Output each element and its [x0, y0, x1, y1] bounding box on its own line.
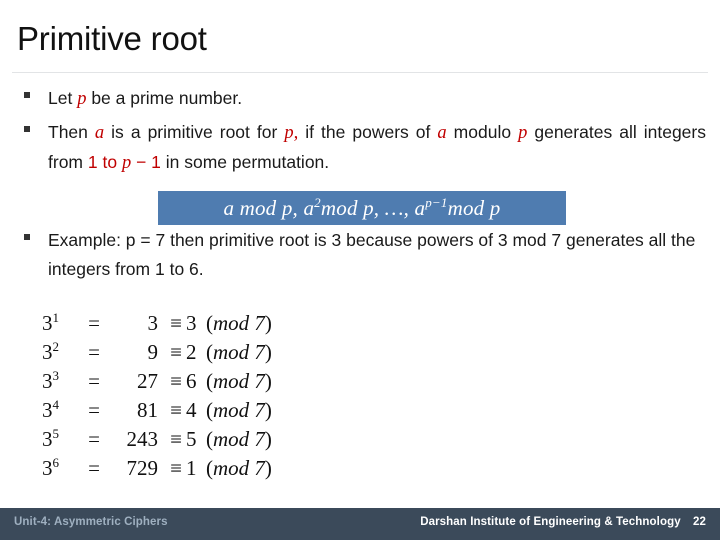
formula-term-exponent: p−1: [425, 195, 448, 210]
emphasis-text: − 1: [131, 152, 161, 172]
equation-exponent: 6: [52, 455, 60, 470]
run-text: Let: [48, 88, 78, 108]
formula-term-mod: mod p: [234, 196, 293, 220]
equals-sign: =: [88, 398, 100, 422]
formula-separator: ,: [292, 196, 304, 220]
equation-value: 27: [137, 369, 158, 393]
formula-term: a2mod p: [303, 195, 374, 220]
equation-power: 34: [42, 397, 60, 422]
congruence-sign: ≡: [170, 456, 182, 480]
equation-residue: 6: [186, 369, 197, 393]
congruence-sign: ≡: [170, 311, 182, 335]
equation-value: 729: [126, 456, 159, 480]
congruence-sign: ≡: [170, 398, 182, 422]
equation-row: 33 = 27 ≡ 6 (mod 7): [42, 368, 272, 397]
bullet-item-prime: Let p be a prime number.: [0, 84, 720, 114]
equation-power: 35: [42, 426, 60, 451]
equation-exponent: 2: [52, 339, 60, 354]
equation-power: 31: [42, 310, 60, 335]
equation-modulus: (mod 7): [206, 398, 272, 422]
equation-exponent: 5: [52, 426, 60, 441]
formula-separator: ,: [403, 196, 415, 220]
equation-row: 35 = 243 ≡ 5 (mod 7): [42, 426, 272, 455]
title-divider: [12, 72, 708, 73]
math-variable: a: [437, 123, 447, 143]
equation-modulus: (mod 7): [206, 311, 272, 335]
equation-exponent: 4: [52, 397, 60, 412]
run-text: Example: p = 7 then primitive root is 3 …: [48, 230, 696, 279]
formula-highlight-box: a mod p, a2mod p, …, ap−1mod p: [158, 191, 566, 225]
formula-term-base: a: [414, 196, 426, 220]
equation-power: 36: [42, 455, 60, 480]
run-text: if the powers of: [298, 122, 438, 142]
formula-term-mod: mod p: [447, 196, 501, 220]
equation-value: 81: [137, 398, 158, 422]
formula-term-base: a: [223, 196, 235, 220]
congruence-sign: ≡: [170, 369, 182, 393]
footer-page-number: 22: [693, 516, 706, 528]
bullet-text-prime: Let p be a prime number.: [48, 84, 706, 114]
formula-term: a mod p: [223, 196, 292, 220]
equals-sign: =: [88, 427, 100, 451]
equation-residue: 4: [186, 398, 197, 422]
equation-residue: 2: [186, 340, 197, 364]
equation-row: 34 = 81 ≡ 4 (mod 7): [42, 397, 272, 426]
footer-institute-label: Darshan Institute of Engineering & Techn…: [420, 516, 681, 528]
equation-residue: 5: [186, 427, 197, 451]
equation-power: 33: [42, 368, 60, 393]
equation-exponent: 3: [52, 368, 60, 383]
bullet-text-example: Example: p = 7 then primitive root is 3 …: [48, 226, 706, 284]
equation-residue: 3: [186, 311, 197, 335]
equation-modulus: (mod 7): [206, 427, 272, 451]
math-variable: p: [518, 123, 528, 143]
equation-exponent: 1: [52, 310, 60, 325]
equation-row: 32 = 9 ≡ 2 (mod 7): [42, 339, 272, 368]
run-text: Then: [48, 122, 95, 142]
equals-sign: =: [88, 340, 100, 364]
footer-right-group: Darshan Institute of Engineering & Techn…: [420, 516, 706, 528]
emphasis-text: 1 to: [87, 152, 122, 172]
bullet-item-example: Example: p = 7 then primitive root is 3 …: [0, 226, 720, 284]
run-text: in some permutation.: [160, 152, 330, 172]
equals-sign: =: [88, 369, 100, 393]
run-text: is a primitive root for: [104, 122, 285, 142]
bullet-text-definition: Then a is a primitive root for p, if the…: [48, 118, 706, 178]
formula-separator: ,: [373, 196, 385, 220]
equation-modulus: (mod 7): [206, 340, 272, 364]
equation-value: 243: [126, 427, 159, 451]
equation-residue: 1: [186, 456, 197, 480]
equals-sign: =: [88, 311, 100, 335]
formula-term-base: …: [384, 196, 404, 220]
bullet-square-icon: [24, 92, 30, 98]
math-variable: p,: [284, 123, 299, 143]
equation-row: 36 = 729 ≡ 1 (mod 7): [42, 455, 272, 484]
formula-term-exponent: 2: [314, 195, 321, 210]
math-variable: p: [121, 153, 132, 173]
formula-text: a mod p, a2mod p, …, ap−1mod p: [223, 195, 500, 221]
formula-term-base: a: [303, 196, 315, 220]
run-text: modulo: [446, 122, 519, 142]
bullet-square-icon: [24, 234, 30, 240]
congruence-sign: ≡: [170, 427, 182, 451]
equation-row: 31 = 3 ≡ 3 (mod 7): [42, 310, 272, 339]
equation-power: 32: [42, 339, 60, 364]
equation-value: 3: [147, 311, 159, 335]
congruence-sign: ≡: [170, 340, 182, 364]
math-variable: a: [94, 123, 105, 143]
equation-value: 9: [147, 340, 159, 364]
equals-sign: =: [88, 456, 100, 480]
formula-term: ap−1mod p: [414, 195, 501, 220]
bullet-item-definition: Then a is a primitive root for p, if the…: [0, 118, 720, 178]
footer-unit-label: Unit-4: Asymmetric Ciphers: [14, 516, 168, 528]
equation-modulus: (mod 7): [206, 369, 272, 393]
slide-body: Let p be a prime number. Then a is a pri…: [0, 84, 720, 288]
equation-modulus: (mod 7): [206, 456, 272, 480]
formula-term-mod: mod p: [320, 196, 374, 220]
formula-term: …: [385, 196, 404, 220]
run-text: be a prime number.: [86, 88, 243, 108]
page-title: Primitive root: [17, 20, 207, 57]
equation-list: 31 = 3 ≡ 3 (mod 7) 32 = 9 ≡ 2 (mod 7) 33 = 27 ≡ 6 (mod 7)…: [42, 310, 272, 484]
bullet-square-icon: [24, 126, 30, 132]
